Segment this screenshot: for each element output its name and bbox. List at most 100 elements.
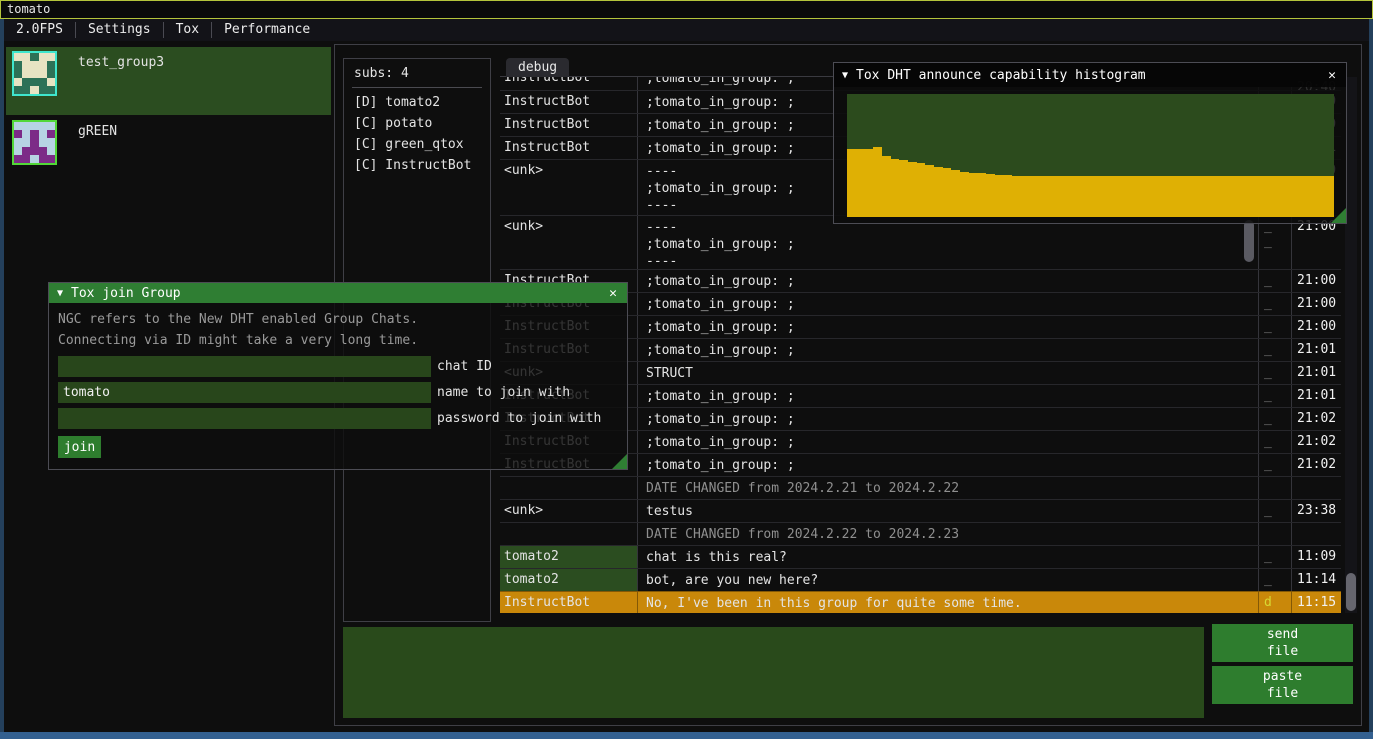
message-text: DATE CHANGED from 2024.2.21 to 2024.2.22	[638, 477, 1259, 499]
resize-grip-icon[interactable]	[612, 454, 627, 469]
menu-item-settings[interactable]: Settings	[76, 19, 163, 41]
message-text: DATE CHANGED from 2024.2.22 to 2024.2.23	[638, 523, 1259, 545]
histogram-bar	[1317, 176, 1326, 217]
histogram-bar	[1030, 176, 1039, 217]
histogram-bar	[1108, 176, 1117, 217]
delivery-status: d _	[1259, 592, 1292, 613]
histogram-bar	[1300, 176, 1309, 217]
chat-message-row: DATE CHANGED from 2024.2.22 to 2024.2.23	[500, 522, 1341, 545]
dht-histogram-titlebar[interactable]: ▼ Tox DHT announce capability histogram …	[834, 63, 1346, 87]
histogram-bar	[969, 173, 978, 217]
histogram-bar	[1152, 176, 1161, 217]
message-text: ;tomato_in_group: ;	[638, 293, 1259, 315]
histogram-bar	[1247, 176, 1256, 217]
histogram-bar	[847, 149, 856, 217]
timestamp: 11:09	[1292, 546, 1341, 568]
delivery-status: _ _	[1259, 293, 1292, 315]
chat-id-input[interactable]	[58, 356, 431, 377]
join-dialog-titlebar[interactable]: ▼ Tox join Group ✕	[49, 283, 627, 303]
histogram-bar	[1239, 176, 1248, 217]
paste-file-label-line2: file	[1267, 685, 1298, 702]
send-file-button[interactable]: send file	[1212, 624, 1353, 662]
sender-name: <unk>	[500, 500, 638, 522]
histogram-bar	[1126, 176, 1135, 217]
histogram-bar	[978, 173, 987, 217]
join-name-label: name to join with	[431, 385, 570, 400]
histogram-bar	[1186, 176, 1195, 217]
menu-item-tox[interactable]: Tox	[164, 19, 211, 41]
window-frame-bottom	[0, 732, 1373, 739]
histogram-bar	[1143, 176, 1152, 217]
message-line: chat is this real?	[646, 549, 1258, 566]
timestamp: 21:00	[1292, 316, 1341, 338]
message-text: ;tomato_in_group: ;	[638, 454, 1259, 476]
chat-scrollbar-thumb[interactable]	[1346, 573, 1356, 611]
group-row-gREEN[interactable]: gREEN	[6, 116, 331, 170]
message-input[interactable]	[343, 627, 1204, 718]
message-line: ;tomato_in_group: ;	[646, 273, 1258, 290]
close-icon[interactable]: ✕	[1326, 68, 1338, 83]
window-frame-right	[1369, 19, 1373, 739]
menu-item-20fps[interactable]: 2.0FPS	[4, 19, 75, 41]
histogram-bar	[1204, 176, 1213, 217]
histogram-bar	[995, 175, 1004, 217]
histogram-bar	[1038, 176, 1047, 217]
paste-file-button[interactable]: paste file	[1212, 666, 1353, 704]
histogram-bar	[1082, 176, 1091, 217]
chat-message-row: tomato2chat is this real?_ _11:09	[500, 545, 1341, 568]
message-line: ;tomato_in_group: ;	[646, 319, 1258, 336]
histogram-bar	[1021, 176, 1030, 217]
timestamp: 21:01	[1292, 385, 1341, 407]
timestamp: 23:38	[1292, 500, 1341, 522]
group-name-label: test_group3	[78, 55, 164, 70]
collapse-arrow-icon[interactable]: ▼	[57, 288, 63, 299]
sender-name: InstructBot	[500, 77, 638, 90]
join-dialog-title: Tox join Group	[71, 286, 599, 301]
chat-message-row: InstructBotNo, I've been in this group f…	[500, 591, 1341, 613]
timestamp: 11:15	[1292, 592, 1341, 613]
histogram-bar	[1256, 176, 1265, 217]
timestamp: 21:01	[1292, 362, 1341, 384]
join-password-input[interactable]	[58, 408, 431, 429]
collapse-arrow-icon[interactable]: ▼	[842, 70, 848, 81]
resize-grip-icon[interactable]	[1331, 208, 1346, 223]
delivery-status: _ _	[1259, 454, 1292, 476]
histogram-bar	[1308, 176, 1317, 217]
message-text: ;tomato_in_group: ;	[638, 339, 1259, 361]
message-line: testus	[646, 503, 1258, 520]
delivery-status: _ _	[1259, 362, 1292, 384]
tab-debug[interactable]: debug	[506, 58, 569, 77]
sender-name: tomato2	[500, 569, 638, 591]
message-text: ;tomato_in_group: ;	[638, 385, 1259, 407]
histogram-bar	[882, 156, 891, 218]
message-text: chat is this real?	[638, 546, 1259, 568]
chat-message-row: <unk>testus_ _23:38	[500, 499, 1341, 522]
tox-join-group-dialog: ▼ Tox join Group ✕ NGC refers to the New…	[48, 282, 628, 470]
message-line: ;tomato_in_group: ;	[646, 411, 1258, 428]
timestamp: 21:00	[1292, 293, 1341, 315]
message-scrollbar-thumb[interactable]	[1244, 220, 1254, 262]
join-name-input[interactable]	[58, 382, 431, 403]
delivery-status: _ _	[1259, 339, 1292, 361]
menu-item-performance[interactable]: Performance	[212, 19, 322, 41]
delivery-status	[1259, 523, 1292, 545]
message-line: ;tomato_in_group: ;	[646, 434, 1258, 451]
close-icon[interactable]: ✕	[607, 286, 619, 301]
timestamp: 21:02	[1292, 431, 1341, 453]
histogram-bar	[1091, 176, 1100, 217]
message-text: testus	[638, 500, 1259, 522]
histogram-bar	[1291, 176, 1300, 217]
histogram-bar	[1099, 176, 1108, 217]
histogram-bar	[891, 159, 900, 217]
histogram-bar	[1213, 176, 1222, 217]
histogram-bar	[873, 147, 882, 217]
window-titlebar[interactable]: tomato	[0, 0, 1373, 19]
histogram-bar	[1160, 176, 1169, 217]
group-row-test_group3[interactable]: test_group3	[6, 47, 331, 115]
message-text: STRUCT	[638, 362, 1259, 384]
menu-bar: 2.0FPSSettingsToxPerformance	[4, 19, 1369, 41]
timestamp: 21:00	[1292, 270, 1341, 292]
histogram-bar	[1282, 176, 1291, 217]
message-line: ;tomato_in_group: ;	[646, 457, 1258, 474]
join-button[interactable]: join	[58, 436, 101, 458]
